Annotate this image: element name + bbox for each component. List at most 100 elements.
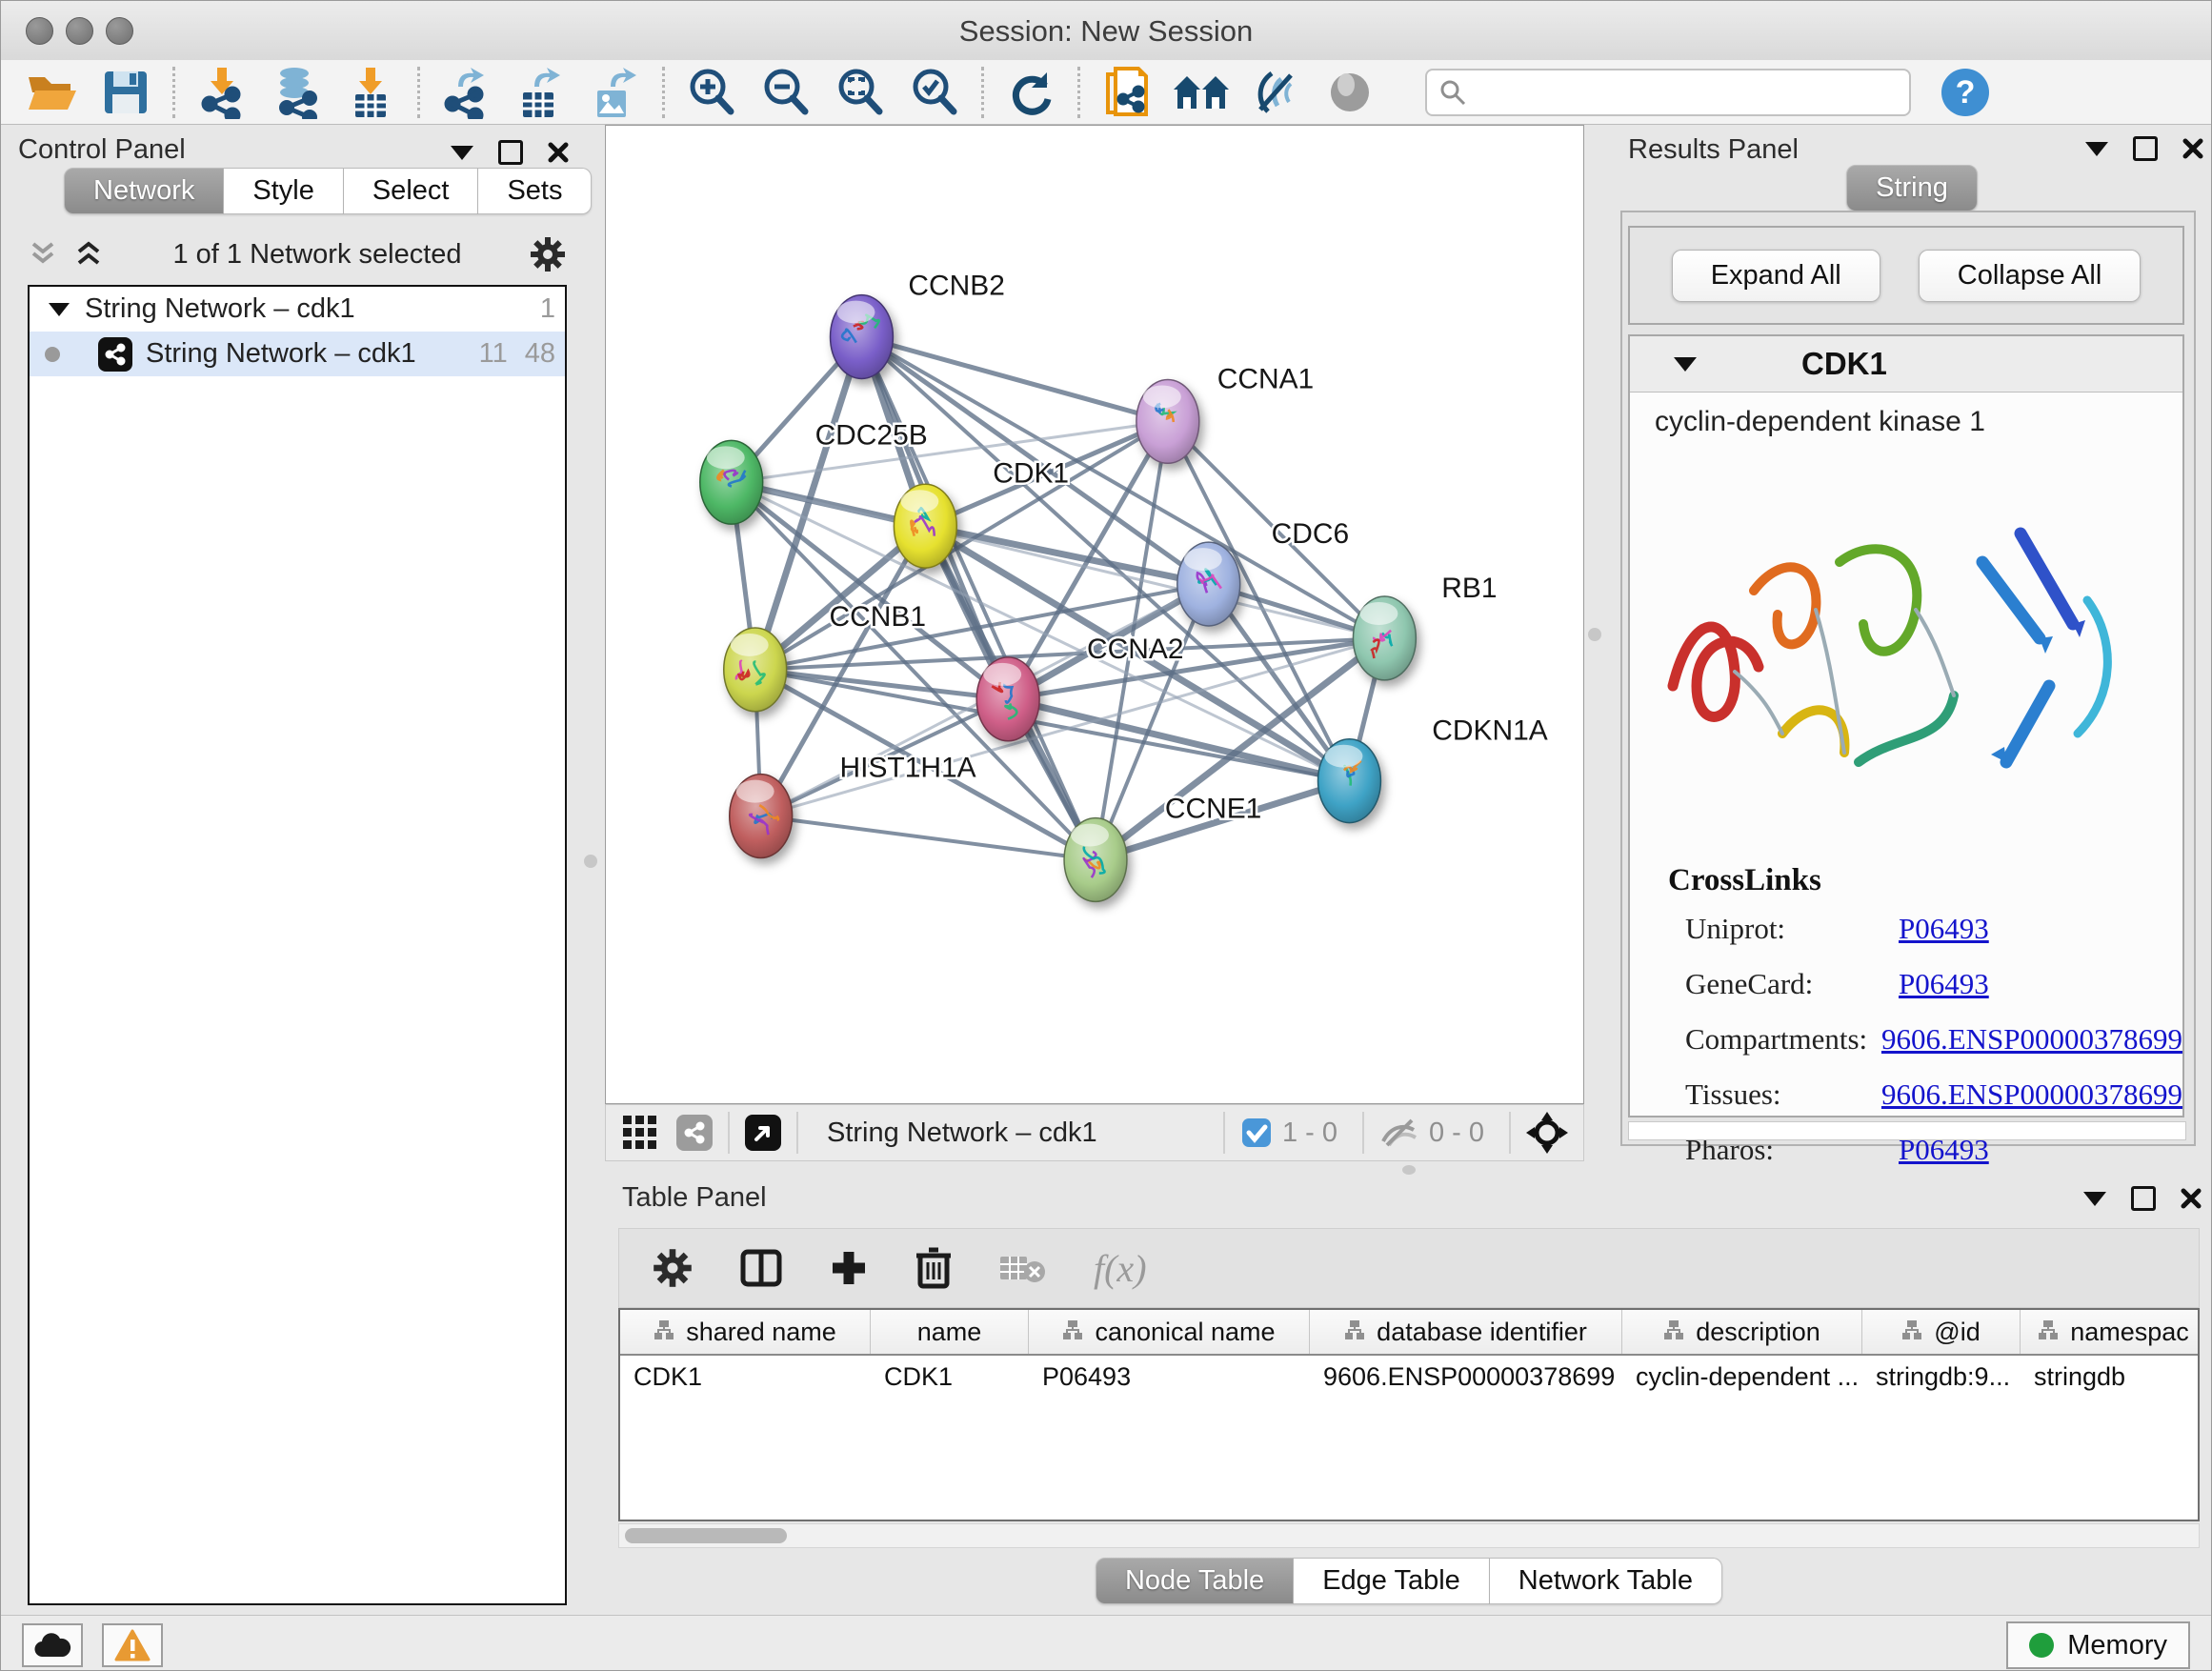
table-cell[interactable]: cyclin-dependent ... bbox=[1622, 1356, 1862, 1398]
column-header--id[interactable]: @id bbox=[1862, 1310, 2021, 1354]
column-header-database-identifier[interactable]: database identifier bbox=[1310, 1310, 1622, 1354]
network-node-cdc25b[interactable] bbox=[700, 440, 763, 524]
table-toolbar: f(x) bbox=[618, 1228, 2200, 1308]
tab-network-table[interactable]: Network Table bbox=[1490, 1558, 1722, 1604]
crosslink-link[interactable]: 9606.ENSP00000378699 bbox=[1881, 1022, 2182, 1057]
collapse-all-icon[interactable] bbox=[28, 240, 60, 269]
column-header-description[interactable]: description bbox=[1622, 1310, 1862, 1354]
network-node-rb1[interactable] bbox=[1353, 596, 1416, 680]
table-settings-gear-icon[interactable] bbox=[652, 1247, 694, 1289]
expand-all-button[interactable]: Expand All bbox=[1672, 250, 1880, 302]
add-column-icon[interactable] bbox=[829, 1248, 869, 1288]
tab-select[interactable]: Select bbox=[344, 168, 479, 214]
network-collection-row[interactable]: String Network – cdk1 1 bbox=[30, 287, 565, 332]
expand-collection-icon[interactable] bbox=[49, 303, 70, 316]
memory-button[interactable]: Memory bbox=[2006, 1621, 2190, 1669]
vertical-splitter-handle[interactable] bbox=[1588, 628, 1601, 641]
enhanced-graphics-button[interactable] bbox=[1238, 64, 1313, 121]
import-table-button[interactable] bbox=[333, 64, 408, 121]
tab-string[interactable]: String bbox=[1846, 165, 1978, 211]
network-node-ccne1[interactable] bbox=[1064, 818, 1127, 902]
zoom-in-button[interactable] bbox=[674, 64, 749, 121]
network-node-cdk1[interactable] bbox=[894, 484, 956, 568]
network-node-ccnb1[interactable] bbox=[724, 628, 787, 712]
gear-icon[interactable] bbox=[529, 235, 567, 273]
warning-status-button[interactable] bbox=[102, 1623, 163, 1667]
delete-table-icon bbox=[998, 1251, 1048, 1285]
zoom-fit-button[interactable] bbox=[823, 64, 897, 121]
network-node-cdc6[interactable] bbox=[1177, 542, 1240, 626]
table-cell[interactable]: CDK1 bbox=[871, 1356, 1029, 1398]
float-panel-icon[interactable] bbox=[498, 140, 523, 165]
help-button[interactable]: ? bbox=[1940, 67, 1991, 118]
zoom-selected-button[interactable] bbox=[897, 64, 972, 121]
tab-sets[interactable]: Sets bbox=[478, 168, 592, 214]
column-header-canonical-name[interactable]: canonical name bbox=[1029, 1310, 1310, 1354]
fit-selected-icon[interactable] bbox=[1526, 1112, 1568, 1154]
export-image-button[interactable] bbox=[578, 64, 653, 121]
network-graph[interactable]: CCNB2CCNA1CDC25BCDK1CDC6RB1CCNB1CCNA2CDK… bbox=[606, 126, 1583, 1103]
export-network-button[interactable] bbox=[430, 64, 504, 121]
panel-menu-icon[interactable] bbox=[451, 146, 473, 160]
crosslink-link[interactable]: 9606.ENSP00000378699 bbox=[1881, 1077, 2182, 1112]
panel-menu-icon[interactable] bbox=[2083, 1192, 2106, 1206]
network-node-cdkn1a[interactable] bbox=[1318, 739, 1381, 823]
tab-network[interactable]: Network bbox=[64, 168, 224, 214]
network-node-ccnb2[interactable] bbox=[831, 295, 894, 379]
save-session-button[interactable] bbox=[89, 64, 163, 121]
import-network-database-button[interactable] bbox=[259, 64, 333, 121]
close-panel-icon[interactable] bbox=[2182, 138, 2203, 159]
close-panel-icon[interactable] bbox=[2181, 1188, 2202, 1209]
string-home-button[interactable] bbox=[1164, 64, 1238, 121]
table-row[interactable]: CDK1CDK1P064939606.ENSP00000378699cyclin… bbox=[620, 1356, 2198, 1398]
hidden-eye-icon[interactable] bbox=[1379, 1117, 1419, 1149]
sphere-button[interactable] bbox=[1313, 64, 1387, 121]
panel-menu-icon[interactable] bbox=[2085, 142, 2108, 156]
zoom-out-button[interactable] bbox=[749, 64, 823, 121]
collapse-entry-icon[interactable] bbox=[1674, 357, 1697, 372]
tab-node-table[interactable]: Node Table bbox=[1096, 1558, 1294, 1604]
table-cell[interactable]: stringdb bbox=[2021, 1356, 2200, 1398]
column-header-name[interactable]: name bbox=[871, 1310, 1029, 1354]
crosslink-link[interactable]: P06493 bbox=[1899, 967, 1989, 1001]
gene-entry-header[interactable]: CDK1 bbox=[1630, 336, 2182, 393]
table-horizontal-scrollbar[interactable] bbox=[618, 1523, 2200, 1548]
network-badge-icon[interactable] bbox=[676, 1115, 713, 1151]
expand-all-icon[interactable] bbox=[73, 240, 106, 269]
table-cell[interactable]: P06493 bbox=[1029, 1356, 1310, 1398]
close-panel-icon[interactable] bbox=[548, 142, 569, 163]
delete-column-icon[interactable] bbox=[915, 1246, 953, 1290]
birdseye-toggle-icon[interactable] bbox=[745, 1115, 781, 1151]
float-panel-icon[interactable] bbox=[2133, 136, 2158, 161]
selected-checkbox-icon[interactable] bbox=[1240, 1117, 1273, 1149]
network-row-selected[interactable]: String Network – cdk1 11 48 bbox=[30, 332, 565, 376]
crosslink-link[interactable]: P06493 bbox=[1899, 912, 1989, 946]
import-network-file-button[interactable] bbox=[185, 64, 259, 121]
network-node-ccna1[interactable] bbox=[1136, 379, 1199, 463]
network-node-hist1h1a[interactable] bbox=[730, 775, 793, 858]
network-edge[interactable] bbox=[761, 816, 1096, 860]
refresh-button[interactable] bbox=[994, 64, 1068, 121]
column-header-namespac[interactable]: namespac bbox=[2021, 1310, 2200, 1354]
column-header-shared-name[interactable]: shared name bbox=[620, 1310, 871, 1354]
search-input[interactable] bbox=[1425, 69, 1911, 116]
show-columns-icon[interactable] bbox=[739, 1246, 783, 1290]
float-panel-icon[interactable] bbox=[2131, 1186, 2156, 1211]
table-cell[interactable]: CDK1 bbox=[620, 1356, 871, 1398]
results-scroll-strip[interactable] bbox=[1628, 1121, 2186, 1140]
vertical-splitter-handle[interactable] bbox=[584, 855, 597, 868]
tab-style[interactable]: Style bbox=[224, 168, 343, 214]
scrollbar-thumb[interactable] bbox=[625, 1528, 787, 1543]
tab-edge-table[interactable]: Edge Table bbox=[1294, 1558, 1490, 1604]
horizontal-splitter-handle[interactable] bbox=[1402, 1165, 1416, 1175]
cloud-status-button[interactable] bbox=[22, 1623, 83, 1667]
table-cell[interactable]: 9606.ENSP00000378699 bbox=[1310, 1356, 1622, 1398]
open-session-button[interactable] bbox=[14, 64, 89, 121]
table-cell[interactable]: stringdb:9... bbox=[1862, 1356, 2021, 1398]
network-canvas[interactable]: CCNB2CCNA1CDC25BCDK1CDC6RB1CCNB1CCNA2CDK… bbox=[605, 125, 1584, 1104]
grid-view-icon[interactable] bbox=[621, 1114, 659, 1152]
network-node-ccna2[interactable] bbox=[976, 657, 1039, 741]
export-table-button[interactable] bbox=[504, 64, 578, 121]
collapse-all-button[interactable]: Collapse All bbox=[1919, 250, 2142, 302]
network-from-file-button[interactable] bbox=[1090, 64, 1164, 121]
